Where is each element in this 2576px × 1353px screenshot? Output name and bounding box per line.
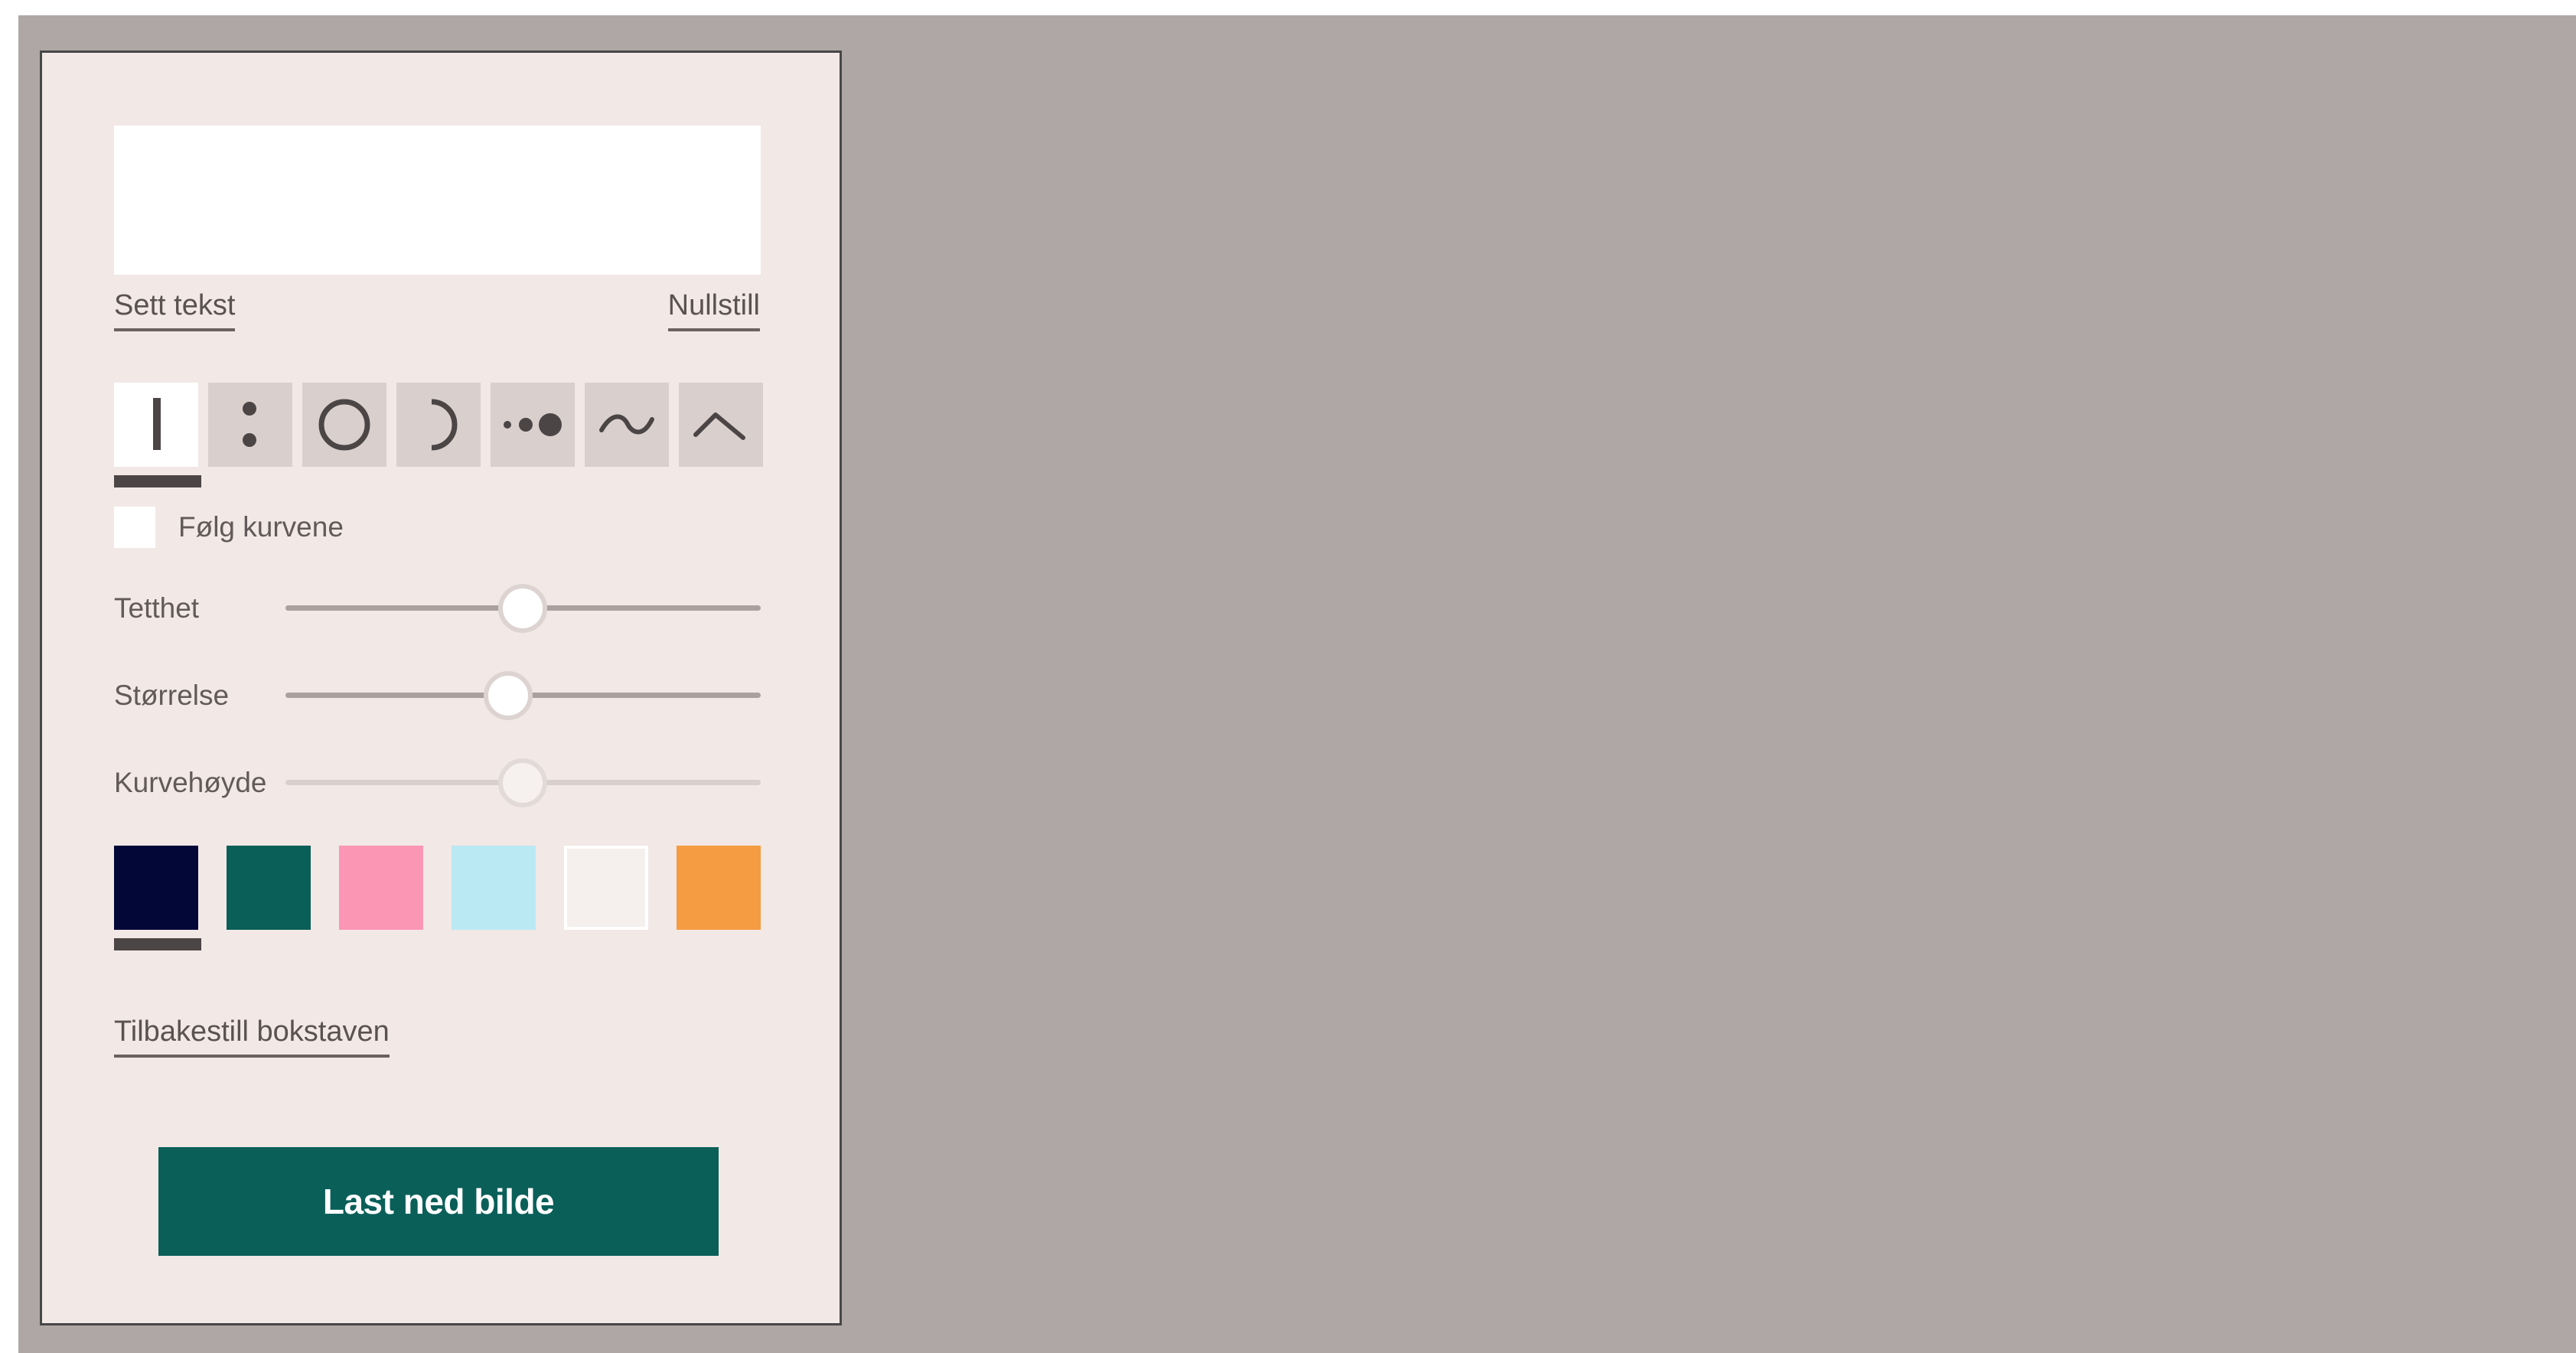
tool-circle[interactable] (302, 383, 386, 467)
tool-peak[interactable] (679, 383, 763, 467)
tool-line[interactable] (114, 383, 198, 467)
density-slider-thumb[interactable] (498, 584, 547, 633)
curve-height-label: Kurvehøyde (114, 767, 267, 798)
control-panel: Sett tekst Nullstill Følg kurvene Tetthe… (40, 51, 842, 1325)
size-slider-thumb[interactable] (484, 671, 533, 720)
graduated-dots-icon (504, 413, 562, 436)
arc-icon (431, 399, 458, 451)
line-stroke-icon (153, 398, 161, 450)
circle-icon (318, 399, 370, 451)
download-image-button[interactable]: Last ned bilde (158, 1147, 719, 1256)
color-swatch-white[interactable] (564, 846, 648, 930)
color-swatch-orange[interactable] (677, 846, 761, 930)
tool-graduated-dots[interactable] (491, 383, 575, 467)
color-selected-indicator (114, 938, 201, 950)
curve-height-slider-thumb[interactable] (498, 758, 547, 807)
color-swatch-pink[interactable] (339, 846, 423, 930)
tool-wave[interactable] (585, 383, 669, 467)
wave-icon (599, 414, 654, 435)
density-label: Tetthet (114, 592, 200, 624)
colon-dots-icon (243, 402, 256, 447)
reset-link[interactable]: Nullstill (667, 289, 760, 331)
follow-curves-label: Følg kurvene (178, 511, 344, 543)
color-swatch-navy[interactable] (114, 846, 198, 930)
tool-dots[interactable] (208, 383, 292, 467)
color-swatch-teal[interactable] (227, 846, 311, 930)
follow-curves-checkbox[interactable] (114, 507, 155, 548)
tool-arc[interactable] (396, 383, 481, 467)
tool-selected-indicator (114, 475, 201, 487)
peak-icon (693, 412, 745, 440)
size-label: Størrelse (114, 680, 230, 711)
reset-letter-link[interactable]: Tilbakestill bokstaven (114, 1015, 390, 1058)
color-swatch-light-blue[interactable] (452, 846, 536, 930)
text-input[interactable] (114, 126, 761, 275)
set-text-link[interactable]: Sett tekst (114, 289, 236, 331)
